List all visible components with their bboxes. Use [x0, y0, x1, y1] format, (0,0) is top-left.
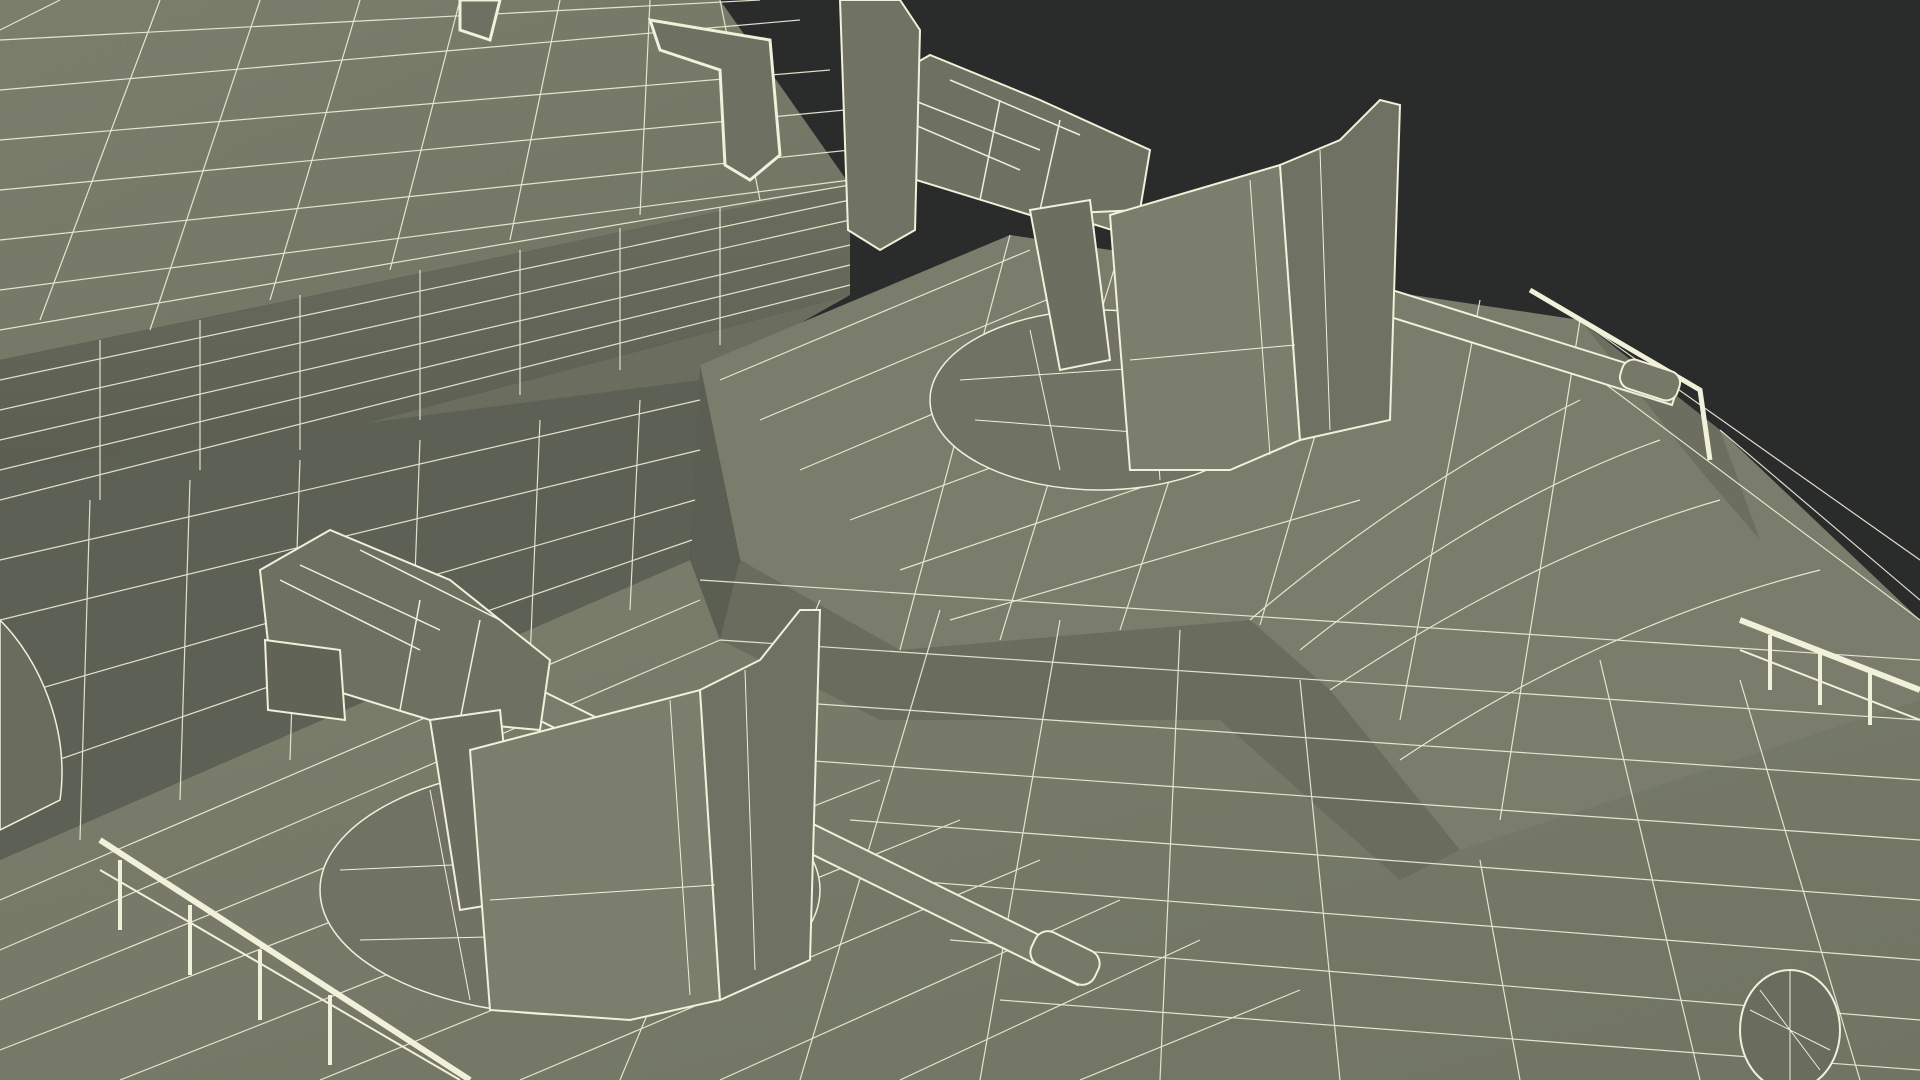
turret-rear-shield [1108, 163, 1302, 471]
turret-front-shield [468, 688, 722, 1022]
wireframe-render [0, 0, 1920, 1080]
wheel-bottom-right [1739, 969, 1841, 1080]
